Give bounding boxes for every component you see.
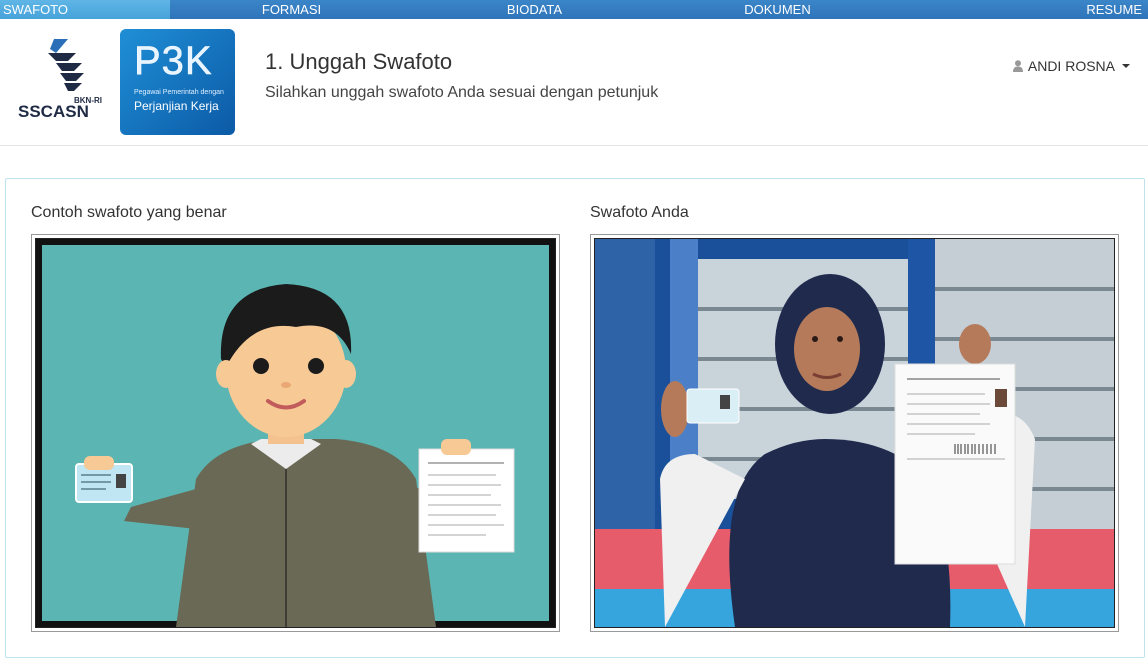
example-title: Contoh swafoto yang benar [31, 204, 227, 221]
logo-text: SSCASN [18, 102, 89, 121]
user-swafoto-image [590, 234, 1119, 632]
step-resume[interactable]: RESUME [899, 0, 1148, 19]
user-menu[interactable]: ANDI ROSNA [1012, 58, 1130, 74]
step-dokumen[interactable]: DOKUMEN [656, 0, 899, 19]
user-icon [1012, 60, 1023, 72]
p3k-mark: P3K [134, 39, 213, 84]
yours-title: Swafoto Anda [590, 204, 689, 221]
step-swafoto[interactable]: SWAFOTO [0, 0, 170, 19]
chevron-down-icon [1122, 64, 1130, 68]
user-name: ANDI ROSNA [1027, 58, 1115, 74]
swafoto-panel: Contoh swafoto yang benar Swafoto Anda [5, 178, 1145, 658]
sscasn-logo: BKN-RI SSCASN [16, 37, 108, 121]
p3k-subtext-2: Perjanjian Kerja [134, 99, 219, 113]
example-swafoto-image [31, 234, 560, 632]
p3k-logo: P3K Pegawai Pemerintah dengan Perjanjian… [120, 29, 235, 135]
step-biodata[interactable]: BIODATA [413, 0, 656, 19]
p3k-subtext: Pegawai Pemerintah dengan [134, 89, 224, 96]
page-title: 1. Unggah Swafoto [265, 49, 453, 74]
step-navigation: SWAFOTO FORMASI BIODATA DOKUMEN RESUME [0, 0, 1148, 19]
page-subtitle: Silahkan unggah swafoto Anda sesuai deng… [265, 84, 659, 101]
step-formasi[interactable]: FORMASI [170, 0, 413, 19]
page-header: BKN-RI SSCASN P3K Pegawai Pemerintah den… [0, 19, 1148, 146]
